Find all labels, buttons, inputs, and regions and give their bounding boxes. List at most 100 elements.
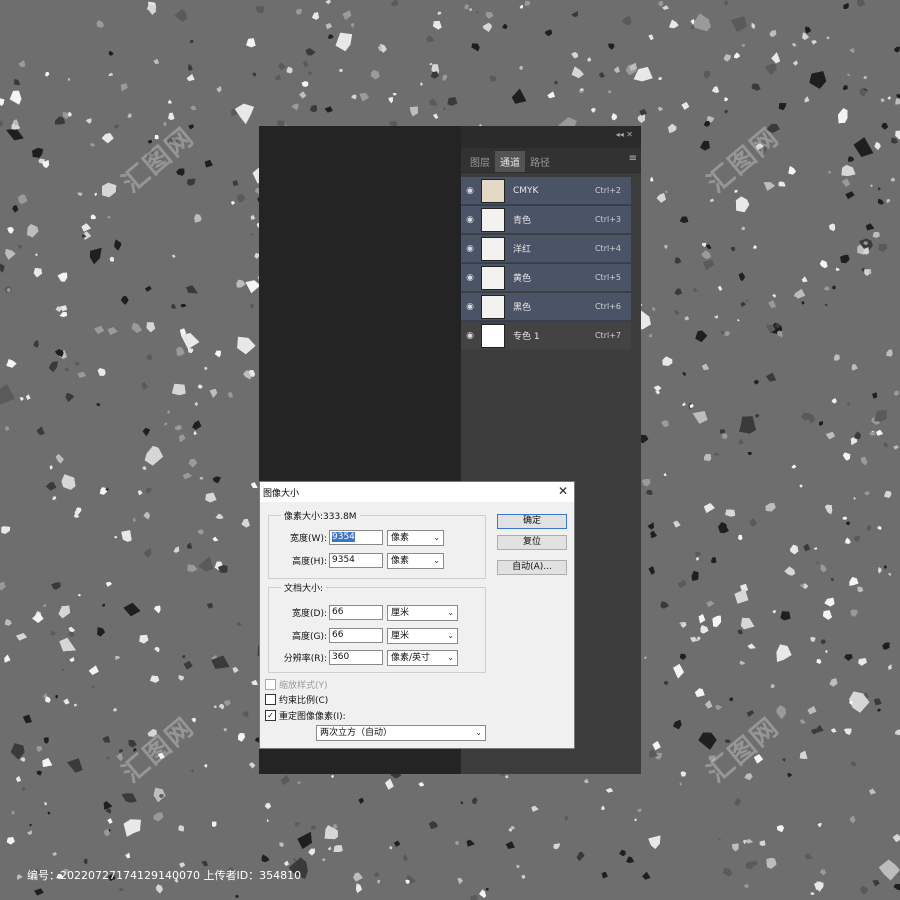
terrazzo-chip <box>724 0 728 6</box>
collapse-icon[interactable]: ◂◂ ✕ <box>616 130 633 139</box>
channel-row-black[interactable]: ◉ 黑色 Ctrl+6 <box>461 293 631 321</box>
terrazzo-chip <box>280 775 290 785</box>
terrazzo-chip <box>310 105 318 113</box>
tab-channels[interactable]: 通道 <box>495 151 525 172</box>
auto-button[interactable]: 自动(A)... <box>497 560 567 575</box>
channel-row-magenta[interactable]: ◉ 洋红 Ctrl+4 <box>461 235 631 263</box>
panel-menu-icon[interactable]: ≡ <box>629 153 637 164</box>
terrazzo-chip <box>49 465 53 470</box>
terrazzo-chip <box>153 59 159 65</box>
terrazzo-chip <box>741 617 755 630</box>
eye-icon[interactable]: ◉ <box>461 186 479 196</box>
terrazzo-chip <box>660 601 670 609</box>
terrazzo-chip <box>872 880 880 887</box>
terrazzo-chip <box>712 615 722 627</box>
channel-row-spot[interactable]: ◉ 专色 1 Ctrl+7 <box>461 322 631 350</box>
chevron-down-icon: ⌄ <box>447 653 454 662</box>
terrazzo-chip <box>189 40 194 43</box>
terrazzo-chip <box>838 108 848 124</box>
terrazzo-chip <box>704 454 712 461</box>
terrazzo-chip <box>788 166 796 175</box>
pixel-height-input[interactable]: 9354 <box>329 553 383 568</box>
terrazzo-chip <box>164 422 168 426</box>
doc-height-unit-select[interactable]: 厘米 ⌄ <box>387 628 458 644</box>
terrazzo-chip <box>218 703 225 710</box>
terrazzo-chip <box>776 644 792 662</box>
terrazzo-chip <box>17 874 23 880</box>
terrazzo-chip <box>642 871 651 880</box>
eye-icon[interactable]: ◉ <box>461 215 479 225</box>
terrazzo-chip <box>854 431 861 440</box>
eye-icon[interactable]: ◉ <box>461 273 479 283</box>
tab-paths[interactable]: 路径 <box>525 151 555 172</box>
terrazzo-chip <box>744 773 753 781</box>
terrazzo-chip <box>114 239 122 251</box>
ok-button[interactable]: 确定 <box>497 514 567 529</box>
tab-layers[interactable]: 图层 <box>465 151 495 172</box>
pixel-height-unit-select[interactable]: 像素 ⌄ <box>387 553 444 569</box>
terrazzo-chip <box>893 883 900 891</box>
terrazzo-chip <box>6 128 24 141</box>
terrazzo-chip <box>547 91 555 99</box>
eye-icon[interactable]: ◉ <box>461 331 479 341</box>
pixel-width-unit-select[interactable]: 像素 ⌄ <box>387 530 444 546</box>
scale-styles-checkbox[interactable]: 缩放样式(Y) <box>265 678 328 691</box>
terrazzo-chip <box>869 788 876 795</box>
terrazzo-chip <box>236 279 246 288</box>
pixel-width-input[interactable]: 9354 <box>329 530 383 545</box>
terrazzo-chip <box>250 482 258 488</box>
terrazzo-chip <box>878 859 900 881</box>
terrazzo-chip <box>576 852 585 861</box>
channel-row-cmyk[interactable]: ◉ CMYK Ctrl+2 <box>461 177 631 205</box>
terrazzo-chip <box>204 764 208 768</box>
doc-width-unit-select[interactable]: 厘米 ⌄ <box>387 605 458 621</box>
checkbox-box <box>265 694 276 705</box>
terrazzo-chip <box>26 830 32 835</box>
terrazzo-chip <box>190 769 195 773</box>
terrazzo-chip <box>662 356 673 366</box>
terrazzo-chip <box>690 25 695 30</box>
channel-row-yellow[interactable]: ◉ 黄色 Ctrl+5 <box>461 264 631 292</box>
terrazzo-chip <box>891 137 898 144</box>
resolution-input[interactable]: 360 <box>329 650 383 665</box>
terrazzo-chip <box>554 80 558 85</box>
terrazzo-chip <box>187 178 196 186</box>
document-size-group: 文档大小: 宽度(D): 66 厘米 ⌄ 高度(G): 66 厘米 ⌄ 分辨率(R)… <box>268 581 486 673</box>
terrazzo-chip <box>180 304 187 308</box>
terrazzo-chip <box>725 509 736 517</box>
resample-method-select[interactable]: 两次立方（自动） ⌄ <box>316 725 486 741</box>
terrazzo-chip <box>888 572 891 576</box>
terrazzo-chip <box>108 51 114 56</box>
terrazzo-chip <box>230 200 236 205</box>
channel-row-cyan[interactable]: ◉ 青色 Ctrl+3 <box>461 206 631 234</box>
close-icon[interactable]: ✕ <box>558 484 568 498</box>
terrazzo-chip <box>106 756 110 760</box>
resolution-unit-select[interactable]: 像素/英寸 ⌄ <box>387 650 458 666</box>
eye-icon[interactable]: ◉ <box>461 302 479 312</box>
terrazzo-chip <box>205 492 217 503</box>
doc-width-input[interactable]: 66 <box>329 605 383 620</box>
terrazzo-chip <box>677 579 687 589</box>
terrazzo-chip <box>872 232 880 238</box>
terrazzo-chip <box>301 81 309 87</box>
terrazzo-chip <box>472 797 478 805</box>
resample-checkbox[interactable]: ✓ 重定图像像素(I): <box>265 709 346 722</box>
terrazzo-chip <box>223 728 227 732</box>
terrazzo-chip <box>187 542 193 549</box>
terrazzo-chip <box>680 771 686 777</box>
channel-shortcut: Ctrl+7 <box>594 331 621 340</box>
reset-button[interactable]: 复位 <box>497 535 567 550</box>
terrazzo-chip <box>291 103 299 111</box>
constrain-proportions-checkbox[interactable]: 约束比例(C) <box>265 693 328 706</box>
terrazzo-chip <box>215 513 224 519</box>
terrazzo-chip <box>182 654 186 659</box>
terrazzo-chip <box>650 530 657 539</box>
terrazzo-chip <box>198 556 214 572</box>
terrazzo-chip <box>724 109 728 114</box>
terrazzo-chip <box>601 871 608 879</box>
terrazzo-chip <box>238 733 245 742</box>
terrazzo-chip <box>249 762 256 769</box>
terrazzo-chip <box>884 490 892 498</box>
doc-height-input[interactable]: 66 <box>329 628 383 643</box>
eye-icon[interactable]: ◉ <box>461 244 479 254</box>
